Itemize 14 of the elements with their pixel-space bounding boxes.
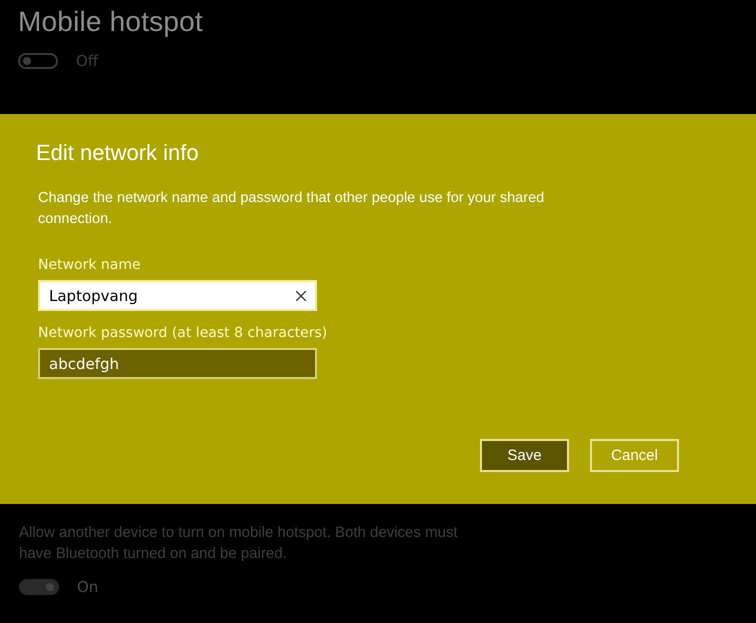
dialog-title: Edit network info xyxy=(36,140,200,166)
toggle-label: Off xyxy=(76,52,98,70)
bluetooth-description: Allow another device to turn on mobile hotspot. Both devices must have Bluetooth turned on and be paired. xyxy=(19,523,459,564)
toggle-switch[interactable] xyxy=(18,53,58,69)
toggle-label: On xyxy=(77,578,98,596)
clear-icon[interactable] xyxy=(296,290,306,300)
input-field[interactable]: Laptopvang xyxy=(38,280,317,311)
dialog-description: Change the network name and password that other people use for your shared connection. xyxy=(38,189,546,229)
toggle-switch[interactable] xyxy=(19,579,59,595)
page-title: Mobile hotspot xyxy=(18,6,204,38)
field-label: Network password (at least 8 characters) xyxy=(38,325,328,341)
input-field[interactable]: abcdefgh xyxy=(38,348,317,379)
save-button[interactable]: Save xyxy=(480,439,569,472)
field-label: Network name xyxy=(38,257,142,273)
